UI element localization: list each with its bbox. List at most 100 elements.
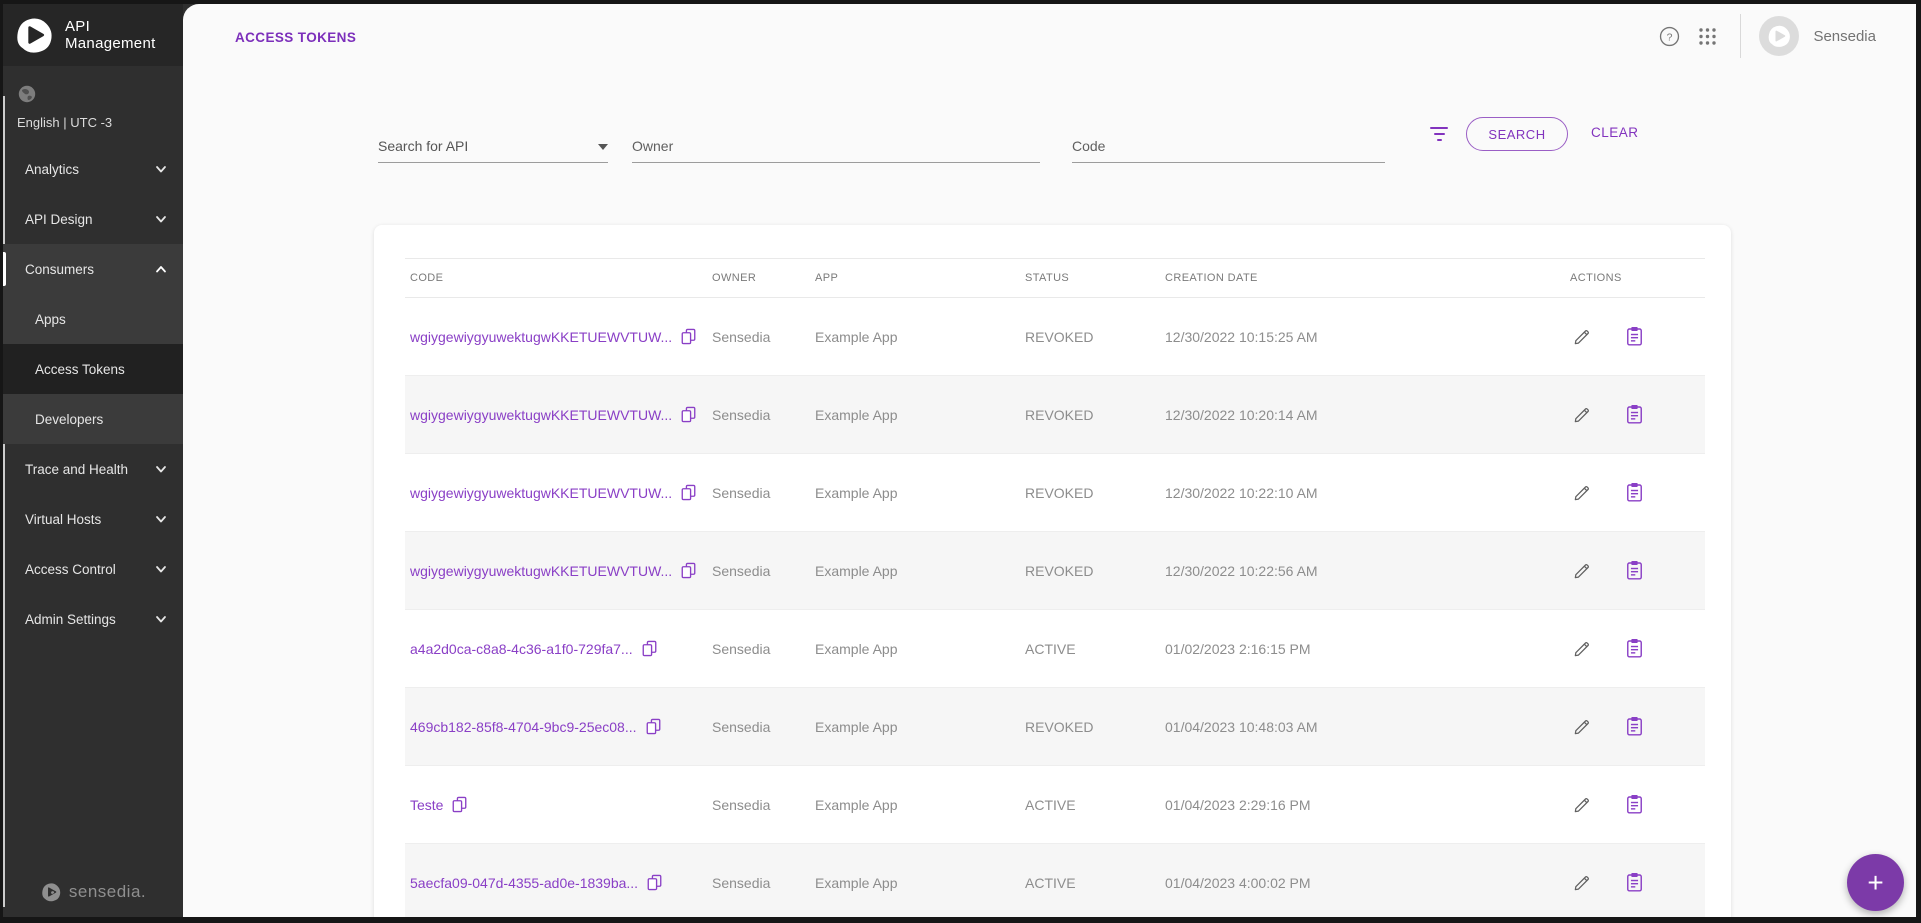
token-owner: Sensedia [712,875,815,891]
token-status: REVOKED [1025,719,1165,735]
token-status: REVOKED [1025,407,1165,423]
sidebar-item-access-control[interactable]: Access Control [3,544,183,594]
copy-icon[interactable] [642,640,657,657]
token-code-link[interactable]: wgiygewiygyuwektugwKKETUEWVTUW... [410,406,712,423]
sidebar-item-admin-settings[interactable]: Admin Settings [3,594,183,644]
token-code-link[interactable]: 469cb182-85f8-4704-9bc9-25ec08... [410,718,712,735]
copy-token-details-button[interactable] [1622,715,1646,739]
apps-grid-icon [1698,27,1717,46]
sidebar-item-label: API Design [25,212,93,227]
sidebar-item-apps[interactable]: Apps [3,294,183,344]
token-code-text: wgiygewiygyuwektugwKKETUEWVTUW... [410,329,672,345]
token-code-link[interactable]: 5aecfa09-047d-4355-ad0e-1839ba... [410,874,712,891]
filter-icon [1430,127,1448,129]
token-code-link[interactable]: wgiygewiygyuwektugwKKETUEWVTUW... [410,562,712,579]
copy-icon[interactable] [681,562,696,579]
search-button[interactable]: SEARCH [1466,117,1568,151]
copy-token-details-button[interactable] [1622,637,1646,661]
copy-token-details-button[interactable] [1622,403,1646,427]
edit-token-button[interactable] [1570,715,1594,739]
sensedia-logo-icon [13,14,55,56]
edit-token-button[interactable] [1570,403,1594,427]
copy-token-details-button[interactable] [1622,325,1646,349]
sidebar-item-virtual-hosts[interactable]: Virtual Hosts [3,494,183,544]
token-code-text: Teste [410,797,443,813]
token-creation-date: 12/30/2022 10:22:10 AM [1165,485,1570,501]
edit-token-button[interactable] [1570,559,1594,583]
table-header-row: CODE OWNER APP STATUS CREATION DATE ACTI… [405,258,1705,298]
token-app: Example App [815,407,1025,423]
copy-token-details-button[interactable] [1622,559,1646,583]
copy-icon[interactable] [647,874,662,891]
help-button[interactable]: ? [1650,17,1688,55]
sidebar-item-label: Trace and Health [25,462,128,477]
topbar-divider [1740,14,1741,58]
chevron-down-icon [155,213,167,225]
clipboard-icon [1625,638,1644,659]
add-token-fab[interactable]: + [1847,854,1904,911]
edit-token-button[interactable] [1570,325,1594,349]
pencil-icon [1572,561,1592,581]
sidebar-item-developers[interactable]: Developers [3,394,183,444]
token-creation-date: 12/30/2022 10:22:56 AM [1165,563,1570,579]
copy-token-details-button[interactable] [1622,871,1646,895]
copy-icon[interactable] [681,406,696,423]
token-code-link[interactable]: a4a2d0ca-c8a8-4c36-a1f0-729fa7... [410,640,712,657]
col-header-creation-date: CREATION DATE [1165,272,1570,284]
token-code-link[interactable]: wgiygewiygyuwektugwKKETUEWVTUW... [410,484,712,501]
app-title: API Management [65,18,156,52]
copy-icon[interactable] [681,328,696,345]
token-code-text: wgiygewiygyuwektugwKKETUEWVTUW... [410,407,672,423]
api-select[interactable]: Search for API [378,117,608,163]
token-status: ACTIVE [1025,641,1165,657]
sensedia-brand-footer: sensedia. [3,881,183,903]
edit-token-button[interactable] [1570,793,1594,817]
locale-switcher[interactable]: English | UTC -3 [3,66,183,136]
code-input[interactable] [1072,138,1385,154]
token-code-link[interactable]: Teste [410,796,712,813]
token-app: Example App [815,329,1025,345]
chevron-down-icon [155,163,167,175]
user-avatar[interactable] [1759,16,1799,56]
table-row: 469cb182-85f8-4704-9bc9-25ec08... Sensed… [405,688,1705,766]
topbar-actions: ? Sensedia [1650,16,1876,56]
clear-button[interactable]: CLEAR [1591,125,1639,140]
edit-token-button[interactable] [1570,871,1594,895]
token-owner: Sensedia [712,407,815,423]
sidebar-item-analytics[interactable]: Analytics [3,144,183,194]
avatar-logo-icon [1766,23,1792,49]
app-logo: API Management [3,4,183,66]
help-icon: ? [1659,26,1680,47]
token-code-text: a4a2d0ca-c8a8-4c36-a1f0-729fa7... [410,641,633,657]
copy-icon[interactable] [646,718,661,735]
table-body: wgiygewiygyuwektugwKKETUEWVTUW... Sensed… [405,298,1705,917]
token-status: REVOKED [1025,563,1165,579]
copy-icon[interactable] [681,484,696,501]
token-creation-date: 01/04/2023 4:00:02 PM [1165,875,1570,891]
locale-label: English | UTC -3 [17,115,183,130]
sidebar-item-consumers[interactable]: Consumers [3,244,183,294]
sidebar-item-access-tokens[interactable]: Access Tokens [3,344,183,394]
table-row: 5aecfa09-047d-4355-ad0e-1839ba... Sensed… [405,844,1705,917]
token-code-link[interactable]: wgiygewiygyuwektugwKKETUEWVTUW... [410,328,712,345]
copy-icon[interactable] [452,796,467,813]
apps-grid-button[interactable] [1688,17,1726,55]
sidebar-nav: Analytics API Design Consumers [3,144,183,644]
sidebar-item-trace-and-health[interactable]: Trace and Health [3,444,183,494]
edit-token-button[interactable] [1570,637,1594,661]
pencil-icon [1572,405,1592,425]
table-row: wgiygewiygyuwektugwKKETUEWVTUW... Sensed… [405,376,1705,454]
edit-token-button[interactable] [1570,481,1594,505]
sidebar-item-api-design[interactable]: API Design [3,194,183,244]
token-creation-date: 12/30/2022 10:15:25 AM [1165,329,1570,345]
user-name: Sensedia [1813,28,1876,45]
copy-token-details-button[interactable] [1622,481,1646,505]
copy-token-details-button[interactable] [1622,793,1646,817]
owner-input[interactable] [632,138,1040,154]
token-app: Example App [815,875,1025,891]
chevron-down-icon [155,513,167,525]
tokens-table: CODE OWNER APP STATUS CREATION DATE ACTI… [405,258,1705,917]
advanced-filter-button[interactable] [1425,120,1453,148]
clipboard-icon [1625,404,1644,425]
pencil-icon [1572,795,1592,815]
